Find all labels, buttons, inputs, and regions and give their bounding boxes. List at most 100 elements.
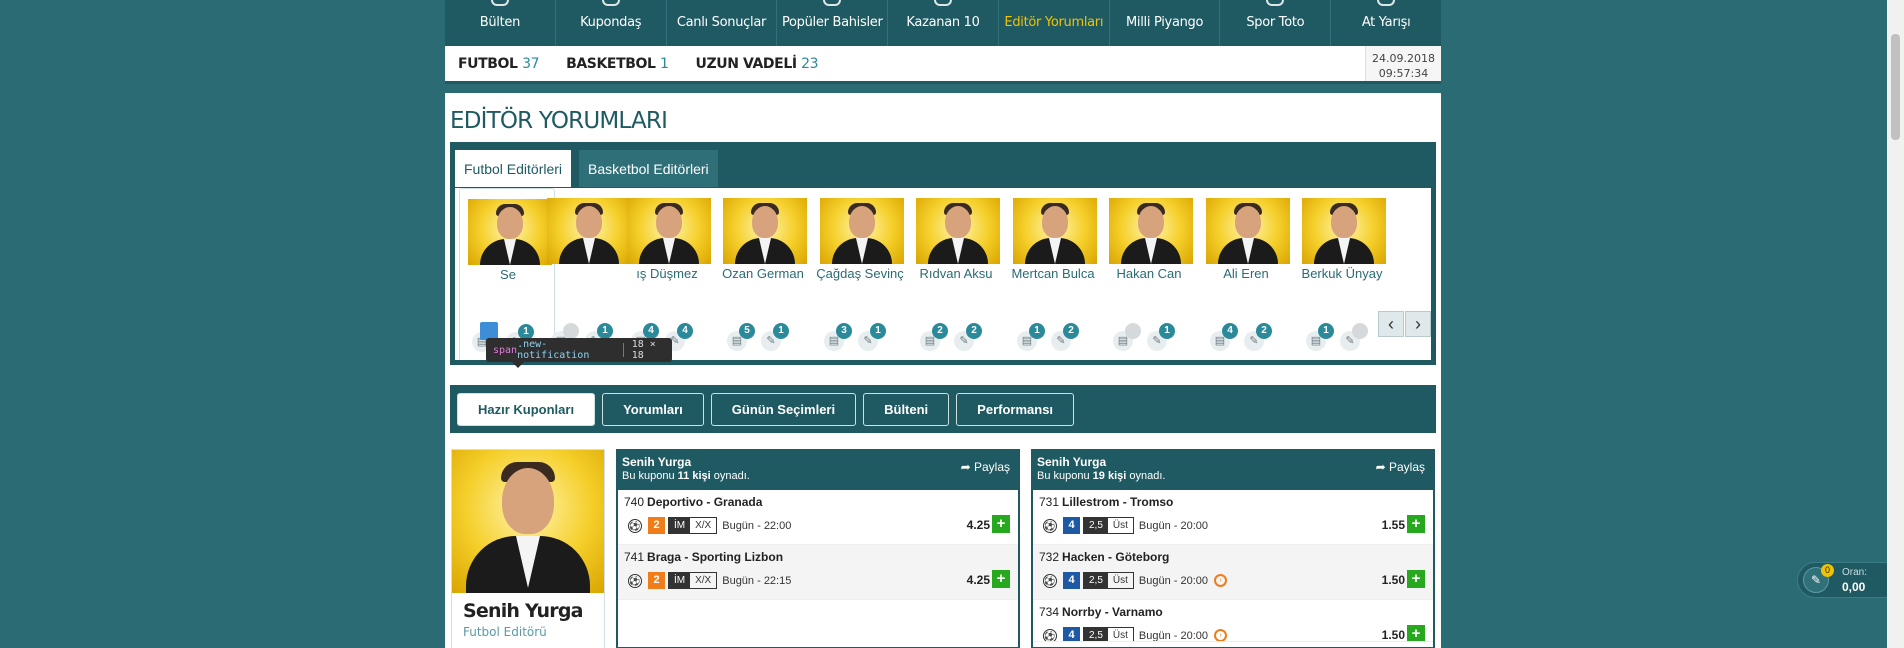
notification-count: 2 <box>932 323 948 339</box>
editor-photo <box>1206 198 1290 264</box>
editor-card[interactable]: Mertcan Bulca ▤ 1 ✎ 2 <box>1005 188 1101 360</box>
profile-name: Senih Yurga <box>463 600 583 622</box>
carousel-arrows: ‹ › <box>1377 311 1431 337</box>
add-to-slip-button[interactable]: + <box>1407 515 1425 533</box>
add-to-slip-button[interactable]: + <box>1407 570 1425 588</box>
editor-photo <box>1302 198 1386 264</box>
main-content: EDİTÖR YORUMLARI Futbol Editörleri Baske… <box>445 93 1441 648</box>
tab-futbol-editorleri[interactable]: Futbol Editörleri <box>455 150 572 187</box>
nav-bulten[interactable]: Bülten <box>445 0 556 46</box>
share-button[interactable]: ➦ Paylaş <box>1376 460 1425 474</box>
editor-card[interactable]: Berkuk Ünyay ▤ 1 ✎ 0 <box>1294 188 1390 360</box>
nav-kazanan-10[interactable]: Kazanan 10 <box>888 0 999 46</box>
editor-section-buttons: Hazır Kuponları Yorumları Günün Seçimler… <box>450 385 1436 433</box>
document-icon[interactable]: ▤ 3 <box>824 323 852 351</box>
editor-name: Ozan German <box>722 266 804 281</box>
editor-card[interactable]: Ali Eren ▤ 4 ✎ 2 <box>1198 188 1294 360</box>
soccer-ball-icon: ⚽ <box>1043 518 1057 533</box>
editor-card[interactable]: ış Düşmez ▤4 ✎4 <box>619 188 715 360</box>
match-title: 741 Braga - Sporting Lizbon <box>624 550 784 564</box>
add-to-slip-button[interactable]: + <box>992 570 1010 588</box>
notification-count: 2 <box>1256 323 1272 339</box>
bulteni-button[interactable]: Bülteni <box>863 392 950 426</box>
mbs-badge: 2 <box>648 517 665 534</box>
nav-editor-yorumlari[interactable]: Editör Yorumları <box>999 0 1110 46</box>
notification-count: 1 <box>1029 323 1045 339</box>
profile-role: Futbol Editörü <box>463 625 547 639</box>
editor-photo <box>1109 198 1193 264</box>
bet-slip-widget[interactable]: ✎ 0 Oran: 0,00 <box>1797 562 1897 598</box>
notification-count: 1 <box>870 323 886 339</box>
match-odd: 1.50 <box>1381 628 1405 642</box>
pencil-icon[interactable]: ✎1 <box>761 323 789 351</box>
mbs-badge: 4 <box>1063 627 1080 641</box>
match-title: 732 Hacken - Göteborg <box>1039 550 1170 564</box>
document-icon[interactable]: ▤4 <box>1210 323 1238 351</box>
share-button[interactable]: ➦ Paylaş <box>961 460 1010 474</box>
slip-odds-value: 0,00 <box>1842 580 1866 594</box>
editor-card[interactable]: Çağdaş Sevinç ▤ 3 ✎ 1 <box>812 188 908 360</box>
notification-count: 2 <box>1063 323 1079 339</box>
add-to-slip-button[interactable]: + <box>992 515 1010 533</box>
spor-toto-icon <box>1266 0 1285 6</box>
document-icon[interactable]: ▤ 5 <box>727 323 755 351</box>
share-arrow-icon: ➦ <box>1375 460 1386 474</box>
match-row: 734 Norrby - Varnamo ⚽ 4 2,5 Üst Bugün - 2… <box>1033 600 1433 642</box>
nav-kupondas[interactable]: Kupondaş <box>556 0 667 46</box>
yorumlari-button[interactable]: Yorumları <box>602 392 704 426</box>
tab-basketbol-editorleri[interactable]: Basketbol Editörleri <box>579 150 718 187</box>
page-scrollbar[interactable] <box>1887 0 1904 648</box>
nav-at-yarisi[interactable]: At Yarışı <box>1331 0 1441 46</box>
match-title: 740 Deportivo - Granada <box>624 495 763 509</box>
chevron-left-icon[interactable]: ‹ <box>1378 311 1404 337</box>
pencil-icon[interactable]: ✎1 <box>1147 323 1175 351</box>
document-icon[interactable]: ▤ 1 <box>1017 323 1045 351</box>
chevron-right-icon[interactable]: › <box>1405 311 1431 337</box>
editor-card[interactable]: Rıdvan Aksu ▤ 2 ✎ 2 <box>908 188 1004 360</box>
pencil-icon[interactable]: ✎ 2 <box>1051 323 1079 351</box>
match-row: 741 Braga - Sporting Lizbon ⚽ 2 İM X/X Bug… <box>618 545 1018 600</box>
editor-card[interactable]: Ozan German ▤ 5 ✎ 1 <box>715 188 811 360</box>
pencil-icon[interactable]: ✎ 0 <box>1340 323 1368 351</box>
document-icon[interactable]: ▤ 2 <box>920 323 948 351</box>
nav-canli-sonuclar[interactable]: Canlı Sonuçlar <box>667 0 778 46</box>
kazanan-icon <box>934 0 953 6</box>
pencil-icon[interactable]: ✎ 2 <box>1244 323 1272 351</box>
add-to-slip-button[interactable]: + <box>1407 625 1425 641</box>
performansi-button[interactable]: Performansı <box>956 392 1075 426</box>
document-icon[interactable]: ▤0 <box>1113 323 1141 351</box>
notification-count: 1 <box>597 323 613 339</box>
coupon-played: Bu kuponu 19 kişi oynadı. <box>1037 470 1166 482</box>
bulten-icon <box>490 0 509 6</box>
match-odd: 4.25 <box>966 573 990 587</box>
match-time: Bugün - 20:00 <box>1138 629 1209 642</box>
nav-populer-bahisler[interactable]: Popüler Bahisler <box>777 0 889 46</box>
editor-name: Berkuk Ünyay <box>1301 266 1383 281</box>
editor-card[interactable]: Hakan Can ▤ 0 ✎ 1 <box>1101 188 1197 360</box>
sport-filter-bar: FUTBOL 37 BASKETBOL 1 UZUN VADELİ 23 24.… <box>445 46 1441 84</box>
scrollbar-thumb[interactable] <box>1891 34 1900 140</box>
sport-uzun-vadeli[interactable]: UZUN VADELİ 23 <box>696 56 819 72</box>
market-pick: 2,5 Üst <box>1083 517 1134 534</box>
document-icon[interactable]: ▤ 1 <box>1306 323 1334 351</box>
soccer-ball-icon: ⚽ <box>1043 628 1057 641</box>
coupon-editor: Senih Yurga <box>1037 455 1107 469</box>
gunun-secimleri-button[interactable]: Günün Seçimleri <box>710 392 857 426</box>
editor-name: Çağdaş Sevinç <box>816 266 904 281</box>
soccer-ball-icon: ⚽ <box>1043 573 1057 588</box>
share-arrow-icon: ➦ <box>960 460 971 474</box>
mbs-badge: 2 <box>648 572 665 589</box>
editors-panel: Futbol Editörleri Basketbol Editörleri S… <box>450 142 1436 365</box>
sport-futbol[interactable]: FUTBOL 37 <box>458 56 539 72</box>
nav-spor-toto[interactable]: Spor Toto <box>1220 0 1332 46</box>
sport-basketbol[interactable]: BASKETBOL 1 <box>566 56 669 72</box>
notification-count: 5 <box>739 323 755 339</box>
clock-date: 24.09.2018 <box>1372 52 1435 65</box>
market-pick: İM X/X <box>668 517 718 534</box>
hazir-kuponlari-button[interactable]: Hazır Kuponları <box>457 392 596 426</box>
pencil-icon[interactable]: ✎1 <box>858 323 886 351</box>
notification-count: 4 <box>677 323 693 339</box>
pencil-icon[interactable]: ✎ 2 <box>954 323 982 351</box>
coupon-header: Senih Yurga Bu kuponu 19 kişi oynadı. ➦ … <box>1033 451 1433 490</box>
nav-milli-piyango[interactable]: Milli Piyango <box>1110 0 1221 46</box>
